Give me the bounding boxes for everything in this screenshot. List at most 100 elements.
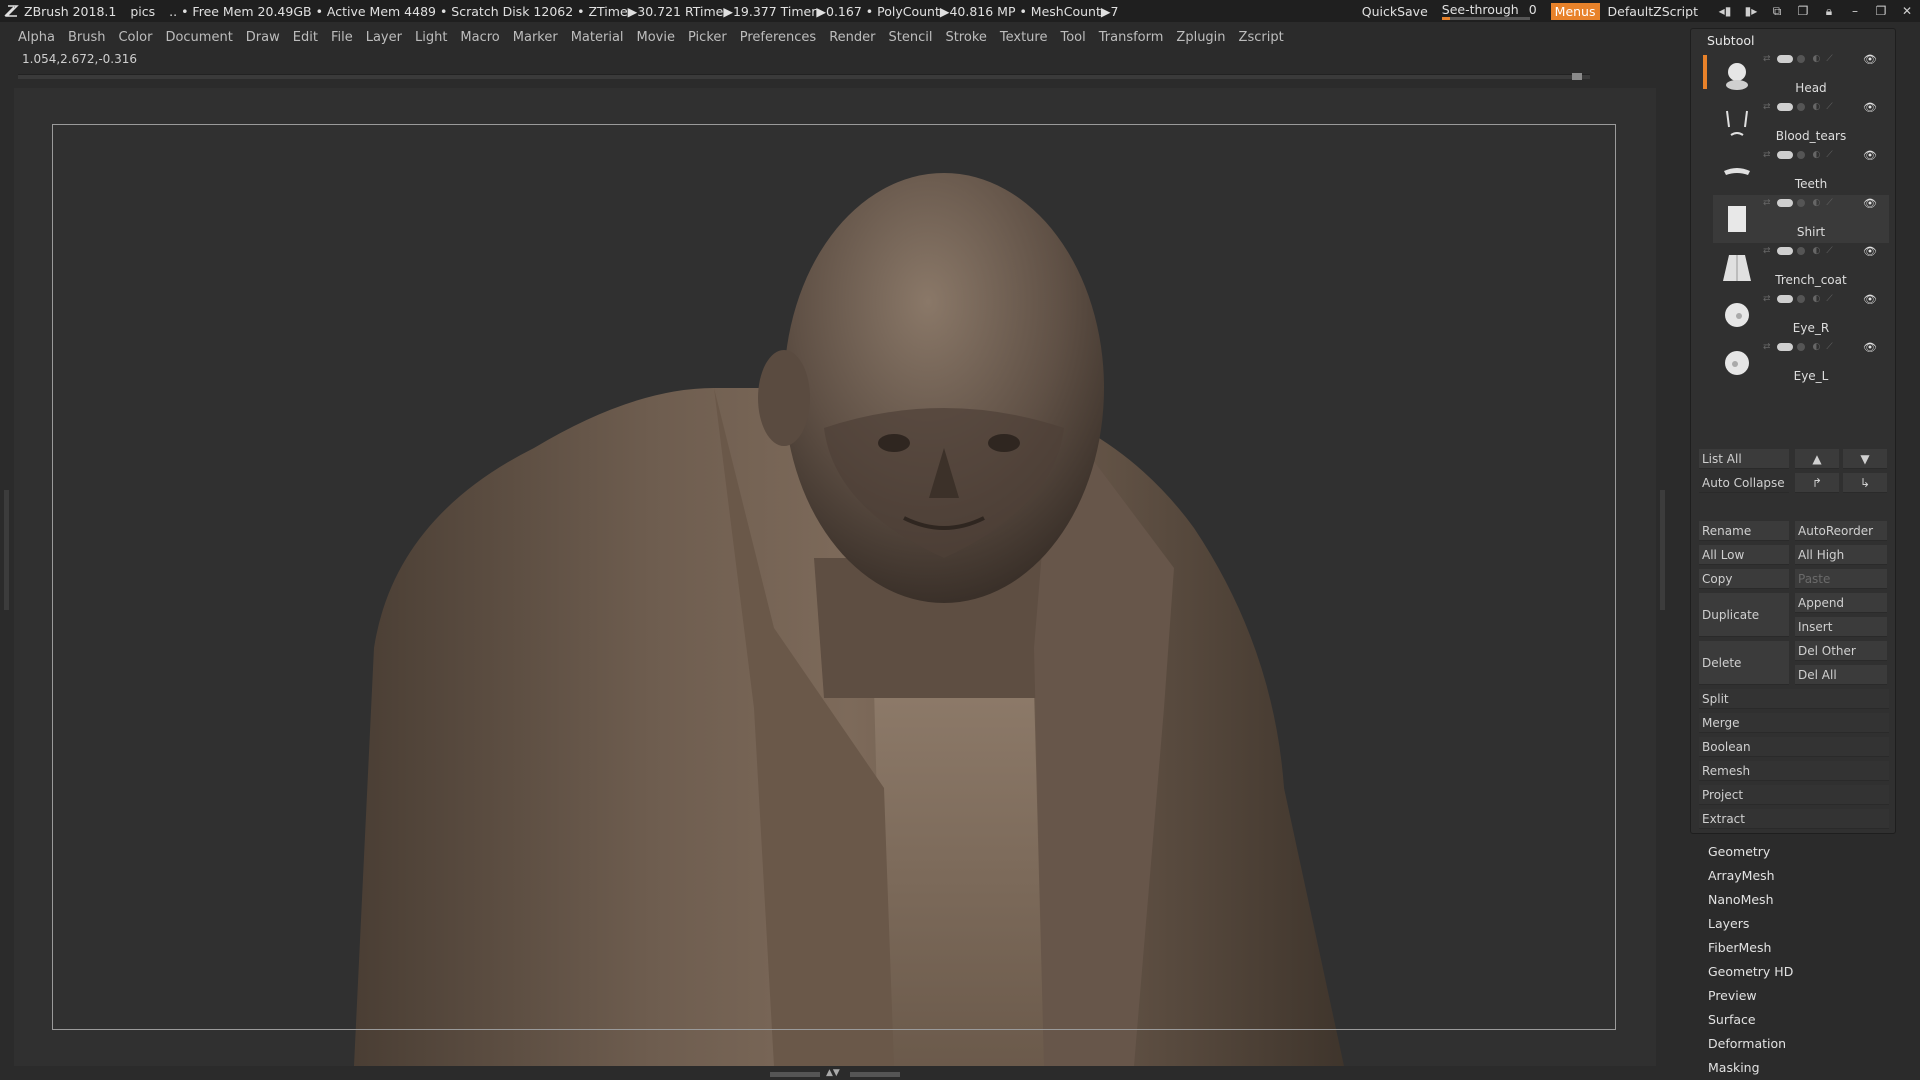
del-other-button[interactable]: Del Other xyxy=(1795,641,1887,661)
quicksave-button[interactable]: QuickSave xyxy=(1362,4,1428,19)
menu-marker[interactable]: Marker xyxy=(513,30,558,45)
menu-file[interactable]: File xyxy=(331,30,353,45)
menu-picker[interactable]: Picker xyxy=(688,30,727,45)
cursor-coordinates: 1.054,2.672,-0.316 xyxy=(22,52,138,66)
menu-zscript[interactable]: Zscript xyxy=(1239,30,1284,45)
default-zscript-button[interactable]: DefaultZScript xyxy=(1608,4,1699,19)
move-up-arrow-icon[interactable]: ▲ xyxy=(1795,449,1839,469)
visibility-eye-icon[interactable]: 👁︎ xyxy=(1863,101,1877,114)
menu-preferences[interactable]: Preferences xyxy=(740,30,816,45)
menu-material[interactable]: Material xyxy=(571,30,624,45)
lock-icon[interactable]: 🔒︎ xyxy=(1816,4,1842,19)
bottom-tray-left xyxy=(770,1072,820,1077)
menu-stroke[interactable]: Stroke xyxy=(945,30,986,45)
move-down-arrow-icon[interactable]: ▼ xyxy=(1843,449,1887,469)
window-restore-icon[interactable]: ❐ xyxy=(1790,4,1816,18)
paste-button[interactable]: Paste xyxy=(1795,569,1887,589)
remesh-section[interactable]: Remesh xyxy=(1699,761,1889,781)
menu-movie[interactable]: Movie xyxy=(637,30,675,45)
window-layout-icon[interactable]: ⧉ xyxy=(1764,4,1790,19)
subtool-palette: Subtool ⇄ ◐ ⟋ 👁︎ Head ⇄ ◐ ⟋ 👁︎ Blood_tears ⇄… xyxy=(1690,28,1896,834)
subtool-item-eye-r[interactable]: ⇄ ◐ ⟋ 👁︎ Eye_R xyxy=(1713,291,1889,339)
auto-collapse-button[interactable]: Auto Collapse xyxy=(1699,473,1789,493)
maximize-icon[interactable]: ❐ xyxy=(1868,4,1894,18)
duplicate-button[interactable]: Duplicate xyxy=(1699,593,1789,637)
menu-edit[interactable]: Edit xyxy=(293,30,318,45)
menu-stencil[interactable]: Stencil xyxy=(888,30,932,45)
left-tray-handle[interactable] xyxy=(4,490,9,610)
rename-button[interactable]: Rename xyxy=(1699,521,1789,541)
layout-left-icon[interactable]: ◂▮ xyxy=(1712,4,1738,18)
menu-light[interactable]: Light xyxy=(415,30,447,45)
see-through-slider[interactable]: See-through 0 xyxy=(1441,2,1537,20)
merge-section[interactable]: Merge xyxy=(1699,713,1889,733)
subpalette-preview[interactable]: Preview xyxy=(1708,984,1793,1008)
visibility-eye-icon[interactable]: 👁︎ xyxy=(1863,197,1877,210)
list-all-button[interactable]: List All xyxy=(1699,449,1789,469)
subpalette-deformation[interactable]: Deformation xyxy=(1708,1032,1793,1056)
insert-button[interactable]: Insert xyxy=(1795,617,1887,637)
autoreorder-button[interactable]: AutoReorder xyxy=(1795,521,1887,541)
subtool-item-trench-coat[interactable]: ⇄ ◐ ⟋ 👁︎ Trench_coat xyxy=(1713,243,1889,291)
subtool-item-teeth[interactable]: ⇄ ◐ ⟋ 👁︎ Teeth xyxy=(1713,147,1889,195)
all-high-button[interactable]: All High xyxy=(1795,545,1887,565)
subpalette-fibermesh[interactable]: FiberMesh xyxy=(1708,936,1793,960)
subpalette-geometry[interactable]: Geometry xyxy=(1708,840,1793,864)
status-readout: .. • Free Mem 20.49GB • Active Mem 4489 … xyxy=(169,3,1119,19)
delete-button[interactable]: Delete xyxy=(1699,641,1789,685)
subpalette-arraymesh[interactable]: ArrayMesh xyxy=(1708,864,1793,888)
menu-macro[interactable]: Macro xyxy=(460,30,499,45)
append-button[interactable]: Append xyxy=(1795,593,1887,613)
bottom-tray-handle[interactable]: ▲▼ xyxy=(770,1068,900,1078)
menu-transform[interactable]: Transform xyxy=(1099,30,1164,45)
minimize-icon[interactable]: – xyxy=(1842,4,1868,18)
expand-arrows-icon: ▲▼ xyxy=(826,1068,840,1078)
visibility-eye-icon[interactable]: 👁︎ xyxy=(1863,245,1877,258)
subtool-item-head[interactable]: ⇄ ◐ ⟋ 👁︎ Head xyxy=(1713,51,1889,99)
subtool-name: Eye_R xyxy=(1792,321,1830,335)
menu-draw[interactable]: Draw xyxy=(246,30,280,45)
close-icon[interactable]: ✕ xyxy=(1894,4,1920,18)
del-all-button[interactable]: Del All xyxy=(1795,665,1887,685)
subpalette-nanomesh[interactable]: NanoMesh xyxy=(1708,888,1793,912)
menu-tool[interactable]: Tool xyxy=(1060,30,1085,45)
visibility-eye-icon[interactable]: 👁︎ xyxy=(1863,341,1877,354)
layout-right-icon[interactable]: ▮▸ xyxy=(1738,4,1764,18)
trench-coat-thumbnail-icon xyxy=(1723,255,1751,281)
menu-render[interactable]: Render xyxy=(829,30,875,45)
menu-brush[interactable]: Brush xyxy=(68,30,106,45)
see-through-track xyxy=(1441,17,1530,20)
subpalette-layers[interactable]: Layers xyxy=(1708,912,1793,936)
subtool-item-shirt[interactable]: ⇄ ◐ ⟋ 👁︎ Shirt xyxy=(1713,195,1889,243)
subpalette-masking[interactable]: Masking xyxy=(1708,1056,1793,1080)
visibility-eye-icon[interactable]: 👁︎ xyxy=(1863,53,1877,66)
subtool-name: Blood_tears xyxy=(1775,129,1847,143)
menu-texture[interactable]: Texture xyxy=(1000,30,1048,45)
subtool-palette-title[interactable]: Subtool xyxy=(1707,33,1754,48)
menu-layer[interactable]: Layer xyxy=(366,30,402,45)
subpalette-surface[interactable]: Surface xyxy=(1708,1008,1793,1032)
copy-button[interactable]: Copy xyxy=(1699,569,1789,589)
boolean-section[interactable]: Boolean xyxy=(1699,737,1889,757)
timeline-knob[interactable] xyxy=(1572,73,1582,80)
subtool-item-blood-tears[interactable]: ⇄ ◐ ⟋ 👁︎ Blood_tears xyxy=(1713,99,1889,147)
timeline-bar[interactable] xyxy=(18,73,1590,80)
collapse-arrow-icon[interactable]: ↳ xyxy=(1843,473,1887,493)
visibility-eye-icon[interactable]: 👁︎ xyxy=(1863,293,1877,306)
viewport-canvas[interactable] xyxy=(14,88,1656,1066)
all-low-button[interactable]: All Low xyxy=(1699,545,1789,565)
right-tray-handle[interactable] xyxy=(1660,490,1665,610)
active-subtool-indicator xyxy=(1703,55,1707,89)
menu-document[interactable]: Document xyxy=(165,30,232,45)
extract-section[interactable]: Extract xyxy=(1699,809,1889,829)
menu-zplugin[interactable]: Zplugin xyxy=(1176,30,1225,45)
menu-alpha[interactable]: Alpha xyxy=(18,30,55,45)
menus-toggle-button[interactable]: Menus xyxy=(1550,2,1600,20)
split-section[interactable]: Split xyxy=(1699,689,1889,709)
menu-color[interactable]: Color xyxy=(118,30,152,45)
visibility-eye-icon[interactable]: 👁︎ xyxy=(1863,149,1877,162)
subtool-item-eye-l[interactable]: ⇄ ◐ ⟋ 👁︎ Eye_L xyxy=(1713,339,1889,387)
project-section[interactable]: Project xyxy=(1699,785,1889,805)
redo-arrow-icon[interactable]: ↱ xyxy=(1795,473,1839,493)
subpalette-geometry-hd[interactable]: Geometry HD xyxy=(1708,960,1793,984)
